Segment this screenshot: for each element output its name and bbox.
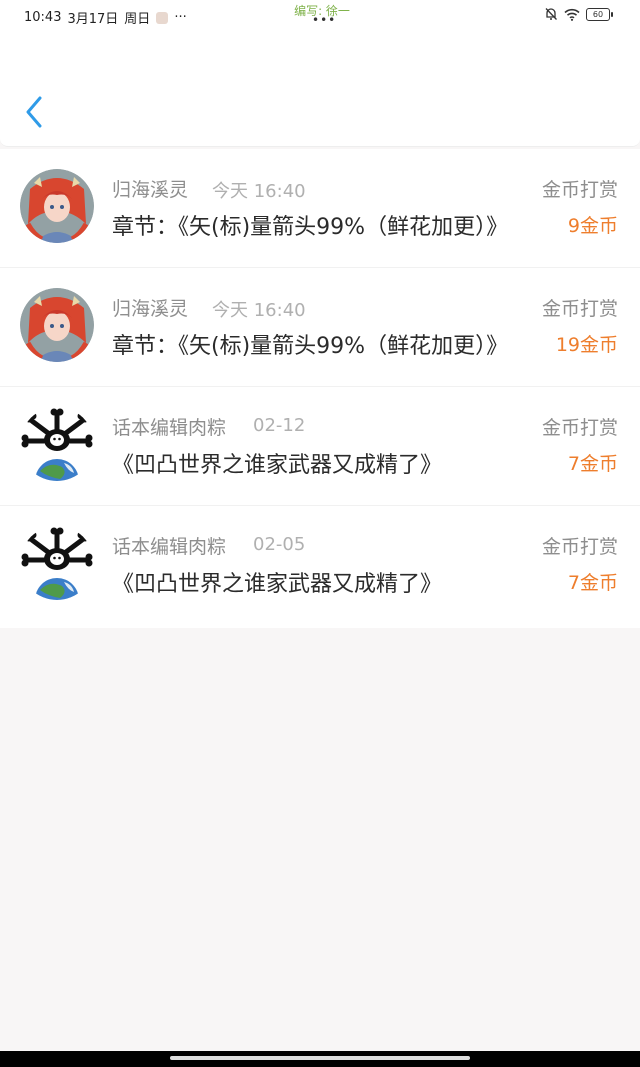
reward-content: 章节：《矢(标)量箭头99%（鲜花加更）》 <box>112 215 509 240</box>
app-notification-icon <box>156 11 169 24</box>
reward-type: 金币打赏 <box>541 536 618 558</box>
avatar[interactable] <box>20 407 94 481</box>
list-item[interactable]: 归海溪灵 今天 16:40 金币打赏 章节：《矢(标)量箭头99%（鲜花加更）》… <box>0 268 640 387</box>
bone-earth-avatar-icon <box>20 526 94 600</box>
camera-dots-icon: ••• <box>312 13 337 27</box>
sender-name: 归海溪灵 <box>112 298 189 320</box>
avatar[interactable] <box>20 288 94 362</box>
reward-type: 金币打赏 <box>541 417 618 439</box>
reward-time: 今天 16:40 <box>212 181 306 202</box>
home-indicator <box>0 1051 640 1067</box>
reward-time: 02-05 <box>253 534 306 555</box>
status-left: 10:43 3月17日 周日 ··· <box>24 8 187 27</box>
reward-list: 归海溪灵 今天 16:40 金币打赏 章节：《矢(标)量箭头99%（鲜花加更）》… <box>0 149 640 628</box>
avatar[interactable] <box>20 526 94 600</box>
reward-amount: 7金币 <box>567 453 618 475</box>
mute-bell-icon <box>545 8 557 20</box>
reward-amount: 19金币 <box>555 334 618 356</box>
chevron-left-icon <box>26 96 42 128</box>
reward-content: 《凹凸世界之谁家武器又成精了》 <box>112 453 443 478</box>
sender-name: 归海溪灵 <box>112 179 189 201</box>
status-right: 60 <box>544 7 613 21</box>
back-button[interactable] <box>22 94 50 130</box>
more-notifications-icon: ··· <box>174 10 187 25</box>
battery-icon: 60 <box>586 7 613 21</box>
bone-earth-avatar-icon <box>20 407 94 481</box>
reward-amount: 7金币 <box>567 572 618 594</box>
list-item[interactable]: 归海溪灵 今天 16:40 金币打赏 章节：《矢(标)量箭头99%（鲜花加更）》… <box>0 149 640 268</box>
sender-name: 话本编辑肉粽 <box>112 417 227 439</box>
anime-girl-avatar-icon <box>20 169 94 243</box>
reward-type: 金币打赏 <box>541 298 618 320</box>
list-item[interactable]: 话本编辑肉粽 02-05 金币打赏 《凹凸世界之谁家武器又成精了》 7金币 <box>0 506 640 628</box>
status-date: 3月17日 <box>67 12 119 27</box>
avatar[interactable] <box>20 169 94 243</box>
anime-girl-avatar-icon <box>20 288 94 362</box>
reward-content: 《凹凸世界之谁家武器又成精了》 <box>112 572 443 597</box>
reward-content: 章节：《矢(标)量箭头99%（鲜花加更）》 <box>112 334 509 359</box>
status-weekday: 周日 <box>124 12 151 27</box>
top-nav-bar <box>0 32 640 147</box>
sender-name: 话本编辑肉粽 <box>112 536 227 558</box>
list-item[interactable]: 话本编辑肉粽 02-12 金币打赏 《凹凸世界之谁家武器又成精了》 7金币 <box>0 387 640 506</box>
reward-amount: 9金币 <box>567 215 618 237</box>
wifi-icon <box>564 8 580 21</box>
reward-time: 02-12 <box>253 415 306 436</box>
status-bar: 10:43 3月17日 周日 ··· 编写: 徐一 ••• 60 <box>0 0 640 32</box>
home-gesture-bar[interactable] <box>170 1056 470 1060</box>
status-time: 10:43 <box>24 10 62 25</box>
reward-time: 今天 16:40 <box>212 300 306 321</box>
reward-type: 金币打赏 <box>541 179 618 201</box>
status-center: 编写: 徐一 ••• <box>282 2 362 27</box>
